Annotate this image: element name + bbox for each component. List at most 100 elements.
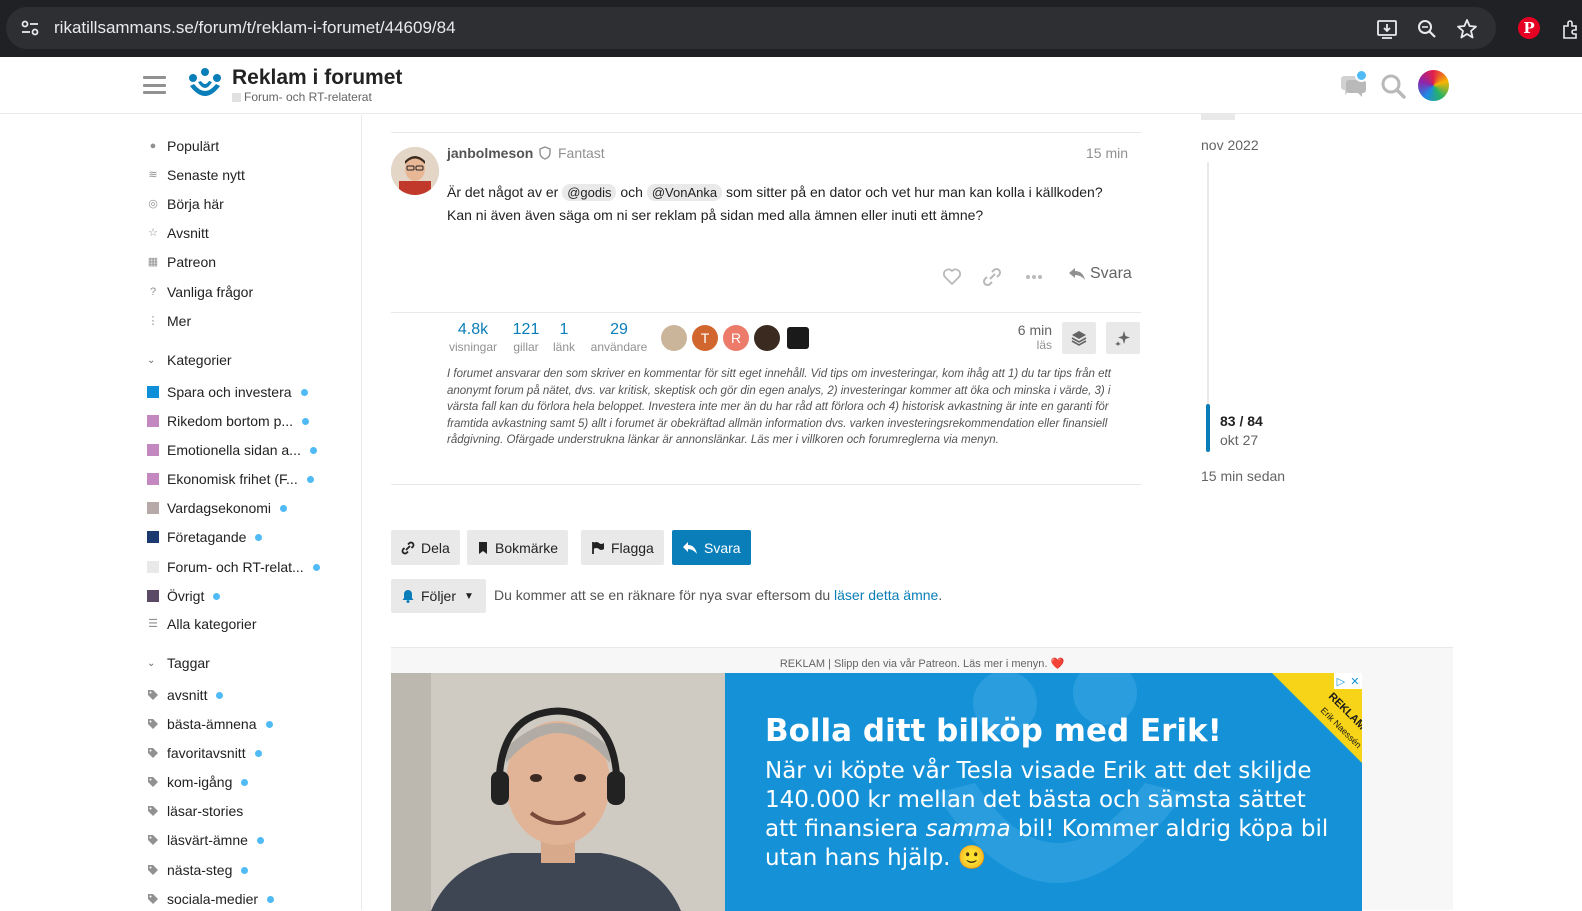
site-info-icon[interactable] bbox=[20, 19, 40, 37]
participant-avatar[interactable]: T bbox=[692, 325, 718, 351]
timeline-top-marker[interactable] bbox=[1201, 113, 1235, 120]
address-bar[interactable]: rikatillsammans.se/forum/t/reklam-i-foru… bbox=[6, 7, 1496, 49]
sidebar-item-label: Börja här bbox=[167, 196, 224, 212]
more-horizontal-icon[interactable] bbox=[1024, 266, 1044, 288]
extensions-icon[interactable] bbox=[1560, 18, 1582, 40]
sidebar-tag-item[interactable]: kom-igång bbox=[147, 771, 249, 793]
post-author-avatar[interactable] bbox=[391, 147, 439, 195]
participant-avatar[interactable] bbox=[787, 327, 809, 349]
sidebar-category-item[interactable]: Emotionella sidan a... bbox=[147, 439, 317, 461]
sidebar-section-title: Taggar bbox=[167, 655, 210, 671]
sidebar-item-latest[interactable]: ≋ Senaste nytt bbox=[147, 164, 245, 186]
like-heart-icon[interactable] bbox=[942, 266, 962, 288]
category-color-swatch bbox=[147, 561, 159, 573]
post-username[interactable]: janbolmeson bbox=[447, 145, 533, 161]
timeline-handle[interactable] bbox=[1206, 404, 1210, 452]
tag-icon bbox=[148, 894, 158, 904]
zoom-icon[interactable] bbox=[1416, 18, 1438, 40]
share-label: Dela bbox=[421, 539, 450, 556]
sidebar-item-start-here[interactable]: ◎ Börja här bbox=[147, 193, 224, 215]
page-title[interactable]: Reklam i forumet bbox=[232, 66, 402, 90]
post-reply-button[interactable]: Svara bbox=[1068, 265, 1132, 283]
timeline-start-date[interactable]: nov 2022 bbox=[1201, 137, 1259, 153]
sidebar-item-label: Alla kategorier bbox=[167, 616, 257, 632]
install-app-icon[interactable] bbox=[1376, 18, 1398, 40]
notification-reason-text: Du kommer att se en räknare för nya svar… bbox=[494, 587, 835, 603]
timeline-position-date: okt 27 bbox=[1220, 432, 1259, 448]
adchoices-icon[interactable]: ▷ bbox=[1337, 675, 1345, 688]
sidebar-item-patreon[interactable]: ▦ Patreon bbox=[147, 251, 216, 273]
tag-icon bbox=[148, 777, 158, 787]
sidebar-item-more[interactable]: ⋮ Mer bbox=[147, 310, 192, 332]
participant-avatar[interactable] bbox=[661, 325, 687, 351]
sidebar-section-tags[interactable]: ⌄ Taggar bbox=[147, 655, 210, 671]
post-text: och bbox=[620, 184, 643, 200]
stat-label: visningar bbox=[448, 340, 498, 354]
sidebar-item-faq[interactable]: ? Vanliga frågor bbox=[147, 281, 253, 303]
sidebar-tag-item[interactable]: sociala-medier bbox=[147, 888, 275, 910]
sidebar-category-item[interactable]: Ekonomisk frihet (F... bbox=[147, 468, 314, 490]
sidebar-item-popular[interactable]: ● Populärt bbox=[147, 135, 219, 157]
reply-button[interactable]: Svara bbox=[672, 530, 751, 565]
ad-content[interactable]: Bolla ditt bilköp med Erik! När vi köpte… bbox=[725, 673, 1362, 911]
url-text[interactable]: rikatillsammans.se/forum/t/reklam-i-foru… bbox=[54, 18, 456, 38]
avatar-portrait-icon bbox=[391, 147, 439, 195]
sidebar-tag-item[interactable]: bästa-ämnena bbox=[147, 713, 273, 735]
notification-reason: Du kommer att se en räknare för nya svar… bbox=[494, 587, 942, 603]
sidebar-item-label: Vardagsekonomi bbox=[167, 500, 272, 516]
share-button[interactable]: Dela bbox=[391, 530, 460, 565]
sidebar-category-item[interactable]: Spara och investera bbox=[147, 381, 308, 403]
flag-button[interactable]: Flagga bbox=[581, 530, 664, 565]
stat-users[interactable]: 29 användare bbox=[587, 321, 651, 354]
sidebar-category-item[interactable]: Vardagsekonomi bbox=[147, 497, 288, 519]
sidebar-tag-item[interactable]: favoritavsnitt bbox=[147, 742, 262, 764]
notification-level-label: Följer bbox=[421, 588, 457, 604]
mention-godis[interactable]: @godis bbox=[562, 184, 617, 201]
topic-category[interactable]: Forum- och RT-relaterat bbox=[232, 90, 372, 104]
bookmark-button[interactable]: Bokmärke bbox=[467, 530, 569, 565]
sidebar-category-item[interactable]: Företagande bbox=[147, 526, 263, 548]
sidebar-item-label: Övrigt bbox=[167, 588, 205, 604]
sidebar-category-item[interactable]: Forum- och RT-relat... bbox=[147, 556, 320, 578]
sidebar-tag-item[interactable]: läsar-stories bbox=[147, 800, 243, 822]
sidebar-section-categories[interactable]: ⌄ Kategorier bbox=[147, 352, 232, 368]
ad-photo[interactable] bbox=[391, 673, 725, 911]
flag-icon bbox=[592, 541, 604, 554]
timeline-last-activity[interactable]: 15 min sedan bbox=[1201, 468, 1285, 484]
bookmark-star-icon[interactable] bbox=[1456, 18, 1478, 40]
mention-vonanka[interactable]: @VonAnka bbox=[646, 184, 723, 201]
participant-avatar[interactable]: R bbox=[723, 325, 749, 351]
sidebar-item-all-categories[interactable]: ☰ Alla kategorier bbox=[147, 613, 257, 635]
sidebar-category-item[interactable]: Rikedom bortom p... bbox=[147, 410, 310, 432]
user-avatar[interactable] bbox=[1418, 70, 1449, 101]
stat-number: 121 bbox=[512, 321, 540, 338]
sidebar-item-label: Vanliga frågor bbox=[167, 284, 254, 300]
sidebar-tag-item[interactable]: avsnitt bbox=[147, 684, 224, 706]
tag-icon bbox=[148, 865, 158, 875]
question-icon: ? bbox=[149, 286, 157, 298]
participant-avatar[interactable] bbox=[754, 325, 780, 351]
sidebar-item-label: kom-igång bbox=[167, 774, 233, 790]
summarize-button[interactable] bbox=[1062, 322, 1096, 354]
sidebar-item-label: Senaste nytt bbox=[167, 167, 245, 183]
ai-summary-button[interactable] bbox=[1106, 322, 1140, 354]
pinterest-extension-icon[interactable]: P bbox=[1518, 17, 1540, 39]
link-icon[interactable] bbox=[982, 266, 1002, 288]
site-logo-icon[interactable] bbox=[186, 66, 224, 104]
sidebar-item-label: avsnitt bbox=[167, 687, 208, 703]
close-icon[interactable]: ✕ bbox=[1350, 675, 1359, 688]
unread-dot bbox=[265, 720, 273, 728]
stat-links[interactable]: 1 länk bbox=[550, 321, 578, 354]
notification-reason-link[interactable]: läser detta ämne bbox=[834, 587, 938, 603]
unread-dot bbox=[280, 504, 288, 512]
sidebar-item-episodes[interactable]: ☆ Avsnitt bbox=[147, 222, 209, 244]
sidebar-item-label: sociala-medier bbox=[167, 891, 259, 907]
search-icon[interactable] bbox=[1380, 73, 1406, 99]
notification-level-button[interactable]: Följer ▼ bbox=[391, 579, 486, 613]
ad-choices-close[interactable]: ▷ ✕ bbox=[1334, 673, 1362, 689]
sidebar-tag-item[interactable]: läsvärt-ämne bbox=[147, 829, 264, 851]
sidebar-tag-item[interactable]: nästa-steg bbox=[147, 859, 249, 881]
sidebar-toggle-icon[interactable] bbox=[143, 76, 166, 94]
sidebar-category-item[interactable]: Övrigt bbox=[147, 585, 221, 607]
post-date[interactable]: 15 min bbox=[1086, 145, 1128, 161]
